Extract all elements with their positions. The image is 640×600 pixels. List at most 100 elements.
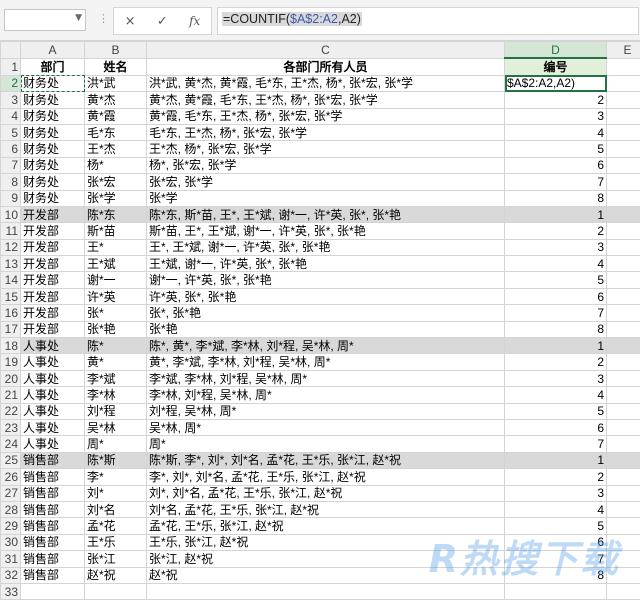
cell-name[interactable]: 李*斌 [85, 370, 147, 386]
cell-name[interactable]: 许*英 [85, 288, 147, 304]
cell-number[interactable]: 6 [505, 157, 607, 173]
cell[interactable] [607, 387, 640, 403]
cell-all-members[interactable]: 王*杰, 杨*, 张*宏, 张*学 [147, 141, 505, 157]
cell-name[interactable]: 张*江 [85, 551, 147, 567]
row-header[interactable]: 4 [1, 108, 21, 124]
cell-number[interactable]: 4 [505, 387, 607, 403]
row-header[interactable]: 25 [1, 452, 21, 468]
formula-input[interactable]: =COUNTIF($A$2:A2,A2) [217, 7, 639, 35]
row-header[interactable]: 3 [1, 92, 21, 108]
cell-number[interactable]: 8 [505, 321, 607, 337]
row-header[interactable]: 12 [1, 239, 21, 255]
header-cell-all-members[interactable]: 各部门所有人员 [147, 58, 505, 75]
cell[interactable] [607, 305, 640, 321]
select-all-corner[interactable] [1, 42, 21, 59]
cell-number[interactable]: 3 [505, 370, 607, 386]
cell[interactable] [607, 485, 640, 501]
cell-all-members[interactable]: 陈*东, 斯*苗, 王*, 王*斌, 谢*一, 许*英, 张*, 张*艳 [147, 206, 505, 222]
cell-number[interactable]: 2 [505, 92, 607, 108]
cell[interactable] [607, 239, 640, 255]
row-header[interactable]: 15 [1, 288, 21, 304]
cell-name[interactable]: 张*艳 [85, 321, 147, 337]
cell[interactable] [607, 190, 640, 206]
cell-all-members[interactable]: 刘*, 刘*名, 孟*花, 王*乐, 张*江, 赵*祝 [147, 485, 505, 501]
cell-number[interactable]: 5 [505, 403, 607, 419]
cell-dept[interactable]: 销售部 [21, 501, 85, 517]
row-header[interactable]: 13 [1, 256, 21, 272]
cell[interactable] [607, 321, 640, 337]
cell-number[interactable]: 3 [505, 485, 607, 501]
cell-dept[interactable]: 销售部 [21, 485, 85, 501]
row-header[interactable]: 20 [1, 370, 21, 386]
cell-all-members[interactable]: 吴*林, 周* [147, 419, 505, 435]
cell-number[interactable]: 3 [505, 108, 607, 124]
cell[interactable] [607, 108, 640, 124]
row-header[interactable]: 23 [1, 419, 21, 435]
cell-name[interactable]: 刘*程 [85, 403, 147, 419]
row-header[interactable]: 2 [1, 75, 21, 91]
cell-all-members[interactable]: 王*, 王*斌, 谢*一, 许*英, 张*, 张*艳 [147, 239, 505, 255]
cell-number[interactable]: 1 [505, 338, 607, 354]
cell-dept[interactable]: 开发部 [21, 272, 85, 288]
cell-name[interactable]: 张*学 [85, 190, 147, 206]
cell[interactable] [607, 206, 640, 222]
cell-dept[interactable]: 开发部 [21, 206, 85, 222]
cell-number[interactable]: 4 [505, 124, 607, 140]
cell[interactable] [607, 436, 640, 452]
cell-name[interactable] [85, 583, 147, 599]
insert-function-icon[interactable]: fx [189, 14, 200, 28]
cell-dept[interactable]: 人事处 [21, 338, 85, 354]
header-cell-dept[interactable]: 部门 [21, 58, 85, 75]
row-header[interactable]: 33 [1, 583, 21, 599]
cell-dept[interactable]: 销售部 [21, 469, 85, 485]
cell-number[interactable]: 8 [505, 190, 607, 206]
cell-number[interactable]: 1 [505, 452, 607, 468]
row-header[interactable]: 28 [1, 501, 21, 517]
column-header-c[interactable]: C [147, 42, 505, 59]
cell-number[interactable]: 7 [505, 436, 607, 452]
cell-name[interactable]: 黄* [85, 354, 147, 370]
row-header[interactable]: 10 [1, 206, 21, 222]
row-header[interactable]: 6 [1, 141, 21, 157]
cell-number[interactable]: 6 [505, 419, 607, 435]
row-header[interactable]: 19 [1, 354, 21, 370]
header-cell-name[interactable]: 姓名 [85, 58, 147, 75]
cell-all-members[interactable]: 周* [147, 436, 505, 452]
cell-all-members[interactable]: 斯*苗, 王*, 王*斌, 谢*一, 许*英, 张*, 张*艳 [147, 223, 505, 239]
cell-all-members[interactable]: 黄*杰, 黄*霞, 毛*东, 王*杰, 杨*, 张*宏, 张*学 [147, 92, 505, 108]
cell-all-members[interactable]: 张*宏, 张*学 [147, 174, 505, 190]
cell-name[interactable]: 毛*东 [85, 124, 147, 140]
cell-number[interactable]: 4 [505, 501, 607, 517]
row-header[interactable]: 29 [1, 518, 21, 534]
cell-dept[interactable]: 人事处 [21, 419, 85, 435]
cell-all-members[interactable]: 王*斌, 谢*一, 许*英, 张*, 张*艳 [147, 256, 505, 272]
cell-name[interactable]: 陈* [85, 338, 147, 354]
cell-name[interactable]: 杨* [85, 157, 147, 173]
cell[interactable] [607, 288, 640, 304]
cell-all-members[interactable]: 张*艳 [147, 321, 505, 337]
cell-name[interactable]: 黄*霞 [85, 108, 147, 124]
cell-dept[interactable]: 财务处 [21, 108, 85, 124]
cell-number[interactable]: 2 [505, 354, 607, 370]
name-box[interactable]: ▼ [4, 9, 86, 31]
cell-dept[interactable]: 人事处 [21, 436, 85, 452]
cell-number[interactable]: 2 [505, 469, 607, 485]
cell-all-members[interactable]: 李*斌, 李*林, 刘*程, 吴*林, 周* [147, 370, 505, 386]
row-header[interactable]: 32 [1, 567, 21, 583]
cell[interactable] [607, 338, 640, 354]
cell-number[interactable]: 5 [505, 141, 607, 157]
confirm-icon[interactable]: ✓ [157, 14, 168, 29]
cell-name[interactable]: 刘* [85, 485, 147, 501]
row-header[interactable]: 24 [1, 436, 21, 452]
cell-name[interactable]: 谢*一 [85, 272, 147, 288]
cell-dept[interactable]: 开发部 [21, 223, 85, 239]
row-header[interactable]: 8 [1, 174, 21, 190]
cell-number[interactable]: 1 [505, 206, 607, 222]
cell-all-members[interactable]: 张*学 [147, 190, 505, 206]
cell[interactable] [607, 92, 640, 108]
row-header[interactable]: 14 [1, 272, 21, 288]
cell-dept[interactable]: 开发部 [21, 288, 85, 304]
row-header[interactable]: 5 [1, 124, 21, 140]
cell[interactable] [607, 223, 640, 239]
cell-name[interactable]: 李*林 [85, 387, 147, 403]
